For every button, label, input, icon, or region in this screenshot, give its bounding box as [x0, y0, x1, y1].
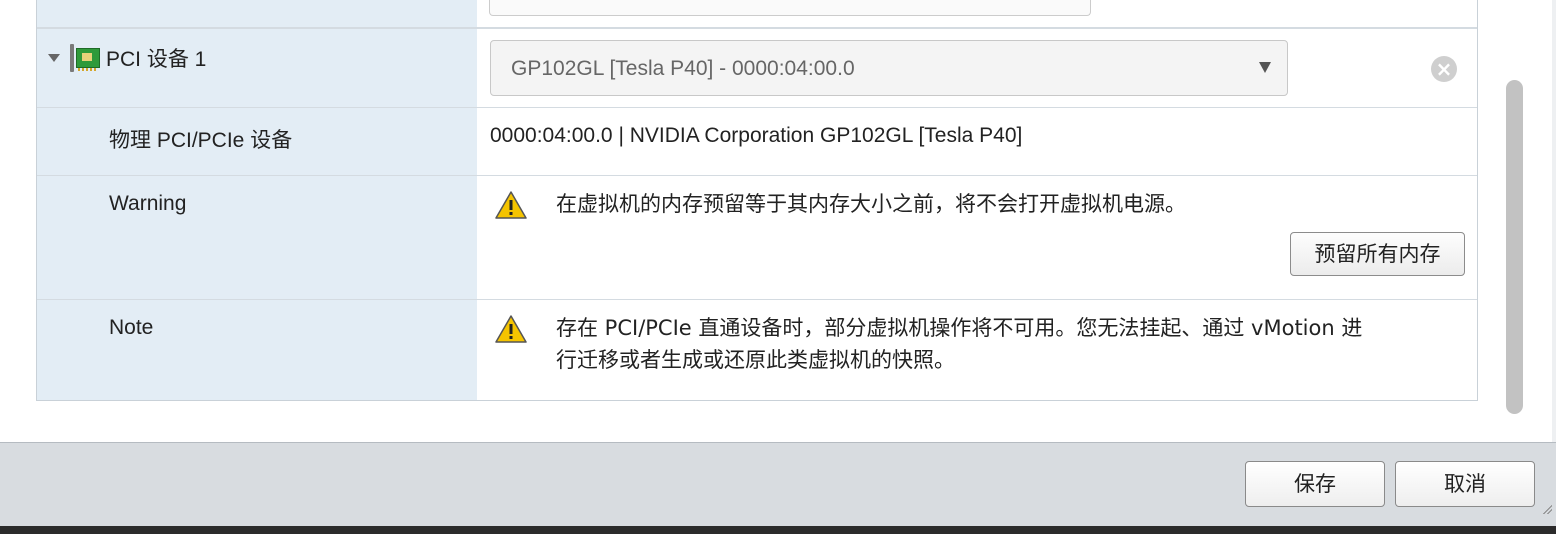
- settings-table: PCI 设备 1 GP102GL [Tesla P40] - 0000:04:0…: [36, 0, 1478, 401]
- remove-circle-icon[interactable]: ×: [1431, 56, 1457, 82]
- note-message-line2: 行迁移或者生成或还原此类虚拟机的快照。: [556, 348, 955, 372]
- pci-device-select[interactable]: GP102GL [Tesla P40] - 0000:04:00.0: [490, 40, 1288, 96]
- background-strip: [0, 526, 1556, 534]
- physical-device-value: 0000:04:00.0 | NVIDIA Corporation GP102G…: [490, 124, 1023, 147]
- scrollbar[interactable]: [1506, 80, 1523, 414]
- physical-device-label: 物理 PCI/PCIe 设备: [109, 129, 293, 152]
- pci-device-selected-value: GP102GL [Tesla P40] - 0000:04:00.0: [511, 57, 855, 80]
- triangle-down-icon[interactable]: [48, 54, 60, 62]
- save-button[interactable]: 保存: [1245, 461, 1385, 507]
- pci-device-row: PCI 设备 1 GP102GL [Tesla P40] - 0000:04:0…: [37, 28, 1477, 108]
- note-row: Note 存在 PCI/PCIe 直通设备时，部分虚拟机操作将不可用。您无法挂起…: [37, 299, 1477, 401]
- note-message: 存在 PCI/PCIe 直通设备时，部分虚拟机操作将不可用。您无法挂起、通过 v…: [556, 312, 1362, 376]
- note-label: Note: [109, 316, 154, 339]
- dialog-body: PCI 设备 1 GP102GL [Tesla P40] - 0000:04:0…: [0, 0, 1556, 442]
- note-message-line1: 存在 PCI/PCIe 直通设备时，部分虚拟机操作将不可用。您无法挂起、通过 v…: [556, 316, 1363, 340]
- warning-icon: [495, 315, 527, 343]
- warning-row: Warning 在虚拟机的内存预留等于其内存大小之前，将不会打开虚拟机电源。 预…: [37, 175, 1477, 300]
- warning-message: 在虚拟机的内存预留等于其内存大小之前，将不会打开虚拟机电源。: [556, 192, 1186, 216]
- pci-device-title: PCI 设备 1: [106, 48, 207, 71]
- reserve-all-memory-button[interactable]: 预留所有内存: [1290, 232, 1465, 276]
- cancel-button[interactable]: 取消: [1395, 461, 1535, 507]
- pci-card-icon: [70, 44, 100, 72]
- dialog-footer: 保存 取消: [0, 442, 1556, 526]
- dropdown-arrow-icon: [1259, 62, 1271, 73]
- resize-grip-icon[interactable]: [1542, 504, 1552, 514]
- previous-field[interactable]: [489, 0, 1091, 16]
- previous-row: [37, 0, 1477, 28]
- pci-device-header[interactable]: PCI 设备 1: [45, 43, 206, 73]
- physical-device-row: 物理 PCI/PCIe 设备 0000:04:00.0 | NVIDIA Cor…: [37, 107, 1477, 176]
- warning-label: Warning: [109, 192, 187, 215]
- warning-icon: [495, 191, 527, 219]
